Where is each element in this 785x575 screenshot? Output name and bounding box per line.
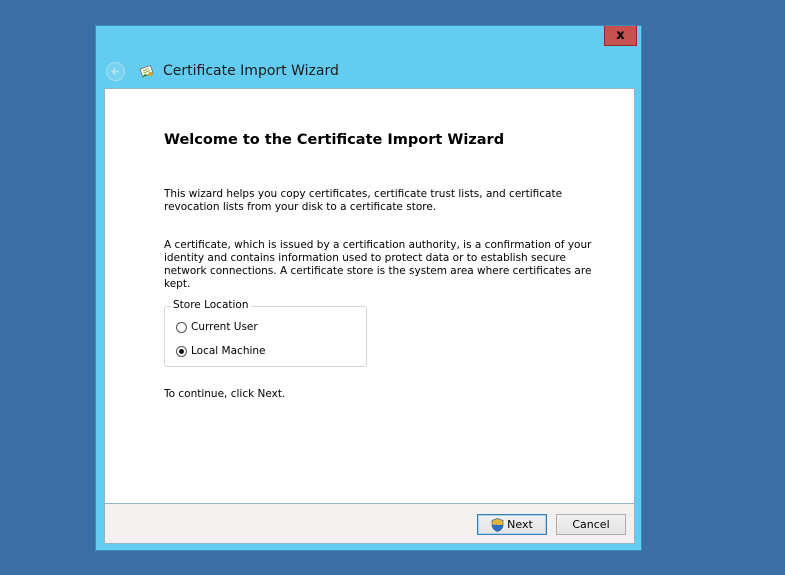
continue-text: To continue, click Next.: [164, 388, 286, 400]
window-title: Certificate Import Wizard: [163, 63, 339, 79]
wizard-content: Welcome to the Certificate Import Wizard…: [104, 88, 635, 504]
title-bar: Certificate Import Wizard: [106, 60, 339, 82]
close-button[interactable]: x: [604, 26, 637, 46]
next-label: Next: [507, 518, 533, 531]
desktop: x Certificate Import Wizard Welcome to t…: [0, 0, 785, 575]
close-icon: x: [616, 28, 625, 43]
cancel-label: Cancel: [572, 518, 610, 531]
certificate-icon: [139, 65, 154, 78]
radio-current-user-label: Current User: [191, 321, 258, 333]
cancel-button[interactable]: Cancel: [556, 514, 626, 535]
radio-local-machine-label: Local Machine: [191, 345, 266, 357]
next-button[interactable]: Next: [477, 514, 547, 535]
wizard-footer: Next Cancel: [104, 504, 635, 544]
back-button[interactable]: [106, 61, 125, 81]
page-title: Welcome to the Certificate Import Wizard: [164, 132, 505, 148]
uac-shield-icon: [491, 517, 504, 532]
back-arrow-icon: [111, 67, 119, 75]
store-location-label: Store Location: [171, 299, 251, 311]
wizard-window: x Certificate Import Wizard Welcome to t…: [95, 25, 642, 551]
radio-local-machine[interactable]: Local Machine: [176, 345, 266, 357]
description-text: A certificate, which is issued by a cert…: [164, 239, 592, 290]
radio-current-user[interactable]: Current User: [176, 321, 258, 333]
store-location-group: Store Location Current User Local Machin…: [164, 299, 367, 367]
intro-text: This wizard helps you copy certificates,…: [164, 188, 563, 213]
radio-button-icon[interactable]: [176, 321, 187, 333]
radio-button-checked-icon[interactable]: [176, 345, 187, 357]
